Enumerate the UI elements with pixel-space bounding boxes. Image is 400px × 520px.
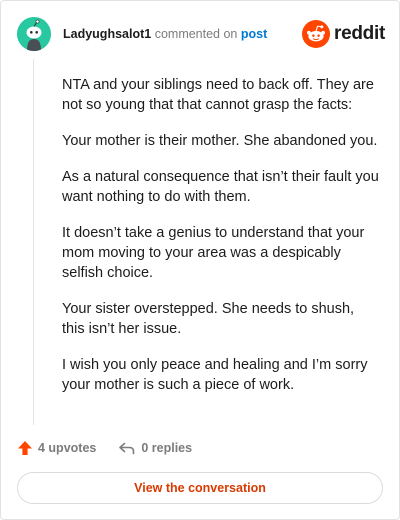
comment-paragraph: I wish you only peace and healing and I’… — [62, 357, 368, 393]
comment-paragraph: It doesn’t take a genius to understand t… — [62, 225, 365, 281]
view-conversation-button[interactable]: View the conversation — [17, 472, 383, 504]
comment-header: Ladyughsalot1 commented on post reddit — [17, 17, 385, 51]
upvote-arrow-icon — [18, 441, 32, 455]
reddit-brand[interactable]: reddit — [302, 18, 385, 50]
thread-line[interactable] — [33, 59, 34, 425]
comment-byline: Ladyughsalot1 commented on post — [63, 26, 267, 42]
commented-on-label: commented on — [154, 27, 238, 41]
upvote-button[interactable]: 4 upvotes — [17, 440, 96, 456]
reddit-logo-icon — [302, 20, 331, 48]
comment-body: NTA and your siblings need to back off. … — [62, 75, 380, 411]
avatar[interactable] — [17, 17, 51, 51]
comment-card: Ladyughsalot1 commented on post reddit N… — [0, 0, 400, 520]
comment-paragraph: Your sister overstepped. She needs to sh… — [62, 301, 355, 337]
comment-paragraph: NTA and your siblings need to back off. … — [62, 77, 374, 113]
reddit-wordmark: reddit — [334, 23, 385, 44]
reply-arrow-icon — [119, 442, 135, 455]
post-link[interactable]: post — [241, 27, 267, 41]
comment-paragraph: Your mother is their mother. She abandon… — [62, 133, 378, 149]
reply-count: 0 replies — [141, 441, 193, 455]
snoo-avatar-icon — [17, 17, 51, 51]
reply-button[interactable]: 0 replies — [118, 440, 192, 456]
upvote-count: 4 upvotes — [38, 441, 97, 455]
comment-actions: 4 upvotes 0 replies — [17, 438, 214, 458]
username-link[interactable]: Ladyughsalot1 — [63, 27, 151, 41]
comment-paragraph: As a natural consequence that isn’t thei… — [62, 169, 379, 205]
